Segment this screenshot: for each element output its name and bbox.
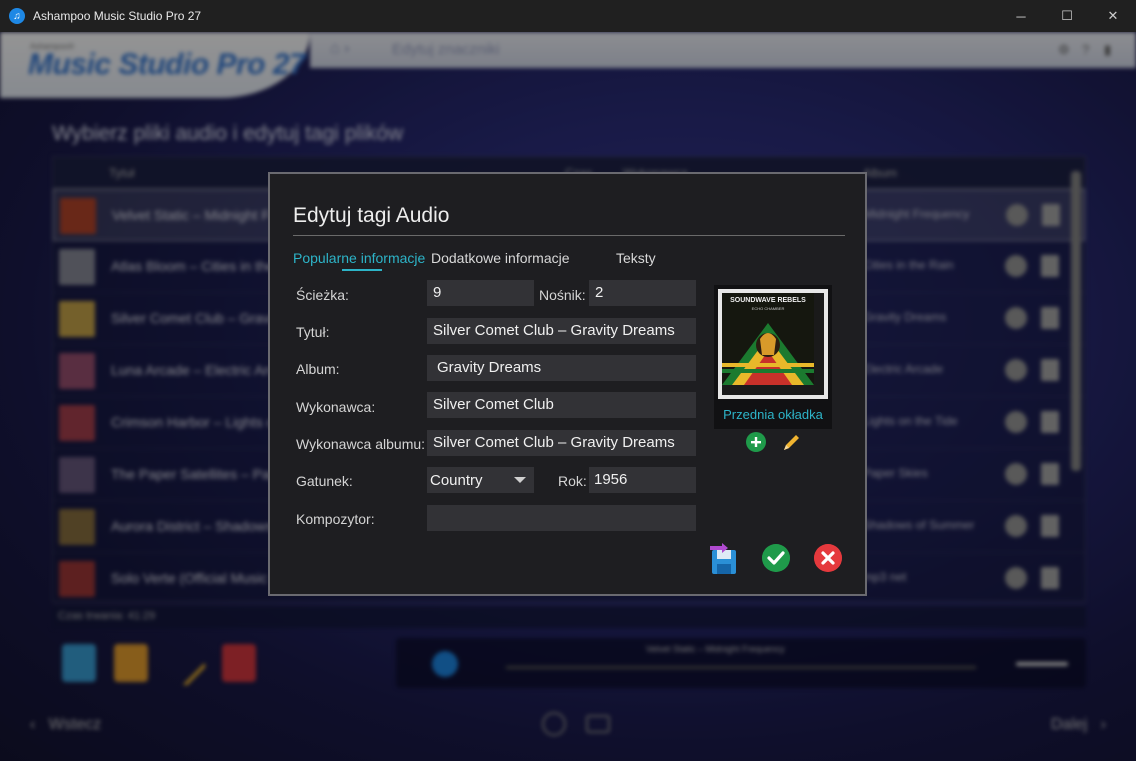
chevron-down-icon [514,477,526,483]
cancel-button[interactable] [814,544,842,572]
genre-dropdown[interactable]: Country [427,467,534,493]
label-artist: Wykonawca: [296,399,376,415]
album-field[interactable]: Gravity Dreams [427,355,696,381]
edit-tags-dialog: Edytuj tagi Audio Popularne informacje D… [268,172,867,596]
label-disc: Nośnik: [539,287,586,303]
maximize-button[interactable]: ☐ [1044,0,1090,32]
cover-artwork: SOUNDWAVE REBELS ECHO CHAMBER [722,293,824,395]
composer-field[interactable] [427,505,696,531]
dialog-title: Edytuj tagi Audio [293,204,450,227]
tab-bar: Popularne informacje Dodatkowe informacj… [293,250,693,271]
track-field[interactable]: 9 [427,280,534,306]
label-track: Ścieżka: [296,287,349,303]
minimize-button[interactable]: ─ [998,0,1044,32]
cover-art-title: SOUNDWAVE REBELS [730,297,806,304]
cover-art-subtitle: ECHO CHAMBER [751,306,785,311]
active-tab-underline [342,269,382,271]
album-artist-field[interactable]: Silver Comet Club – Gravity Dreams [427,430,696,456]
label-genre: Gatunek: [296,473,353,489]
disc-field[interactable]: 2 [589,280,696,306]
close-button[interactable]: ✕ [1090,0,1136,32]
label-album: Album: [296,361,340,377]
tab-additional-info[interactable]: Dodatkowe informacje [431,250,569,266]
front-cover-image[interactable]: SOUNDWAVE REBELS ECHO CHAMBER [718,289,828,399]
label-title: Tytuł: [296,324,330,340]
cover-panel: SOUNDWAVE REBELS ECHO CHAMBER Przednia o… [714,285,832,429]
title-bar: ♫ Ashampoo Music Studio Pro 27 ─ ☐ ✕ [0,0,1136,32]
edit-cover-pencil-icon[interactable] [780,432,802,454]
add-cover-icon[interactable] [746,432,766,452]
tab-popular-info[interactable]: Popularne informacje [293,250,431,266]
cover-caption: Przednia okładka [723,407,823,422]
year-field[interactable]: 1956 [589,467,696,493]
label-composer: Kompozytor: [296,511,375,527]
label-album-artist: Wykonawca albumu: [296,436,426,452]
app-music-icon: ♫ [9,8,25,24]
genre-value: Country [430,471,483,489]
title-field[interactable]: Silver Comet Club – Gravity Dreams [427,318,696,344]
window-title: Ashampoo Music Studio Pro 27 [33,9,202,23]
confirm-button[interactable] [762,544,790,572]
title-divider [293,235,845,236]
tab-lyrics[interactable]: Teksty [616,250,656,266]
artist-field[interactable]: Silver Comet Club [427,392,696,418]
label-year: Rok: [558,473,587,489]
save-file-icon[interactable] [708,542,742,576]
